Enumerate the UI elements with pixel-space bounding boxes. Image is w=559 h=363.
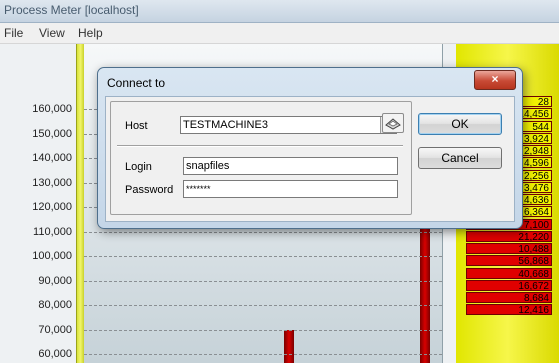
divider [117,145,403,147]
y-tick-label: 70,000 [38,323,72,336]
connect-dialog: Connect to × Host TESTMACHINE3 ▼ Login P… [97,67,523,229]
app-title: Process Meter [localhost] [4,3,139,17]
value-cell: 56,868 [466,255,552,267]
y-tick-label: 80,000 [38,299,72,311]
menubar: File View Help [0,23,559,44]
app-titlebar: Process Meter [localhost] [0,0,559,23]
dialog-title: Connect to [107,76,166,90]
value-cell: 21,220 [466,230,552,243]
grid-line [84,280,442,282]
grid-line [84,231,442,233]
chart-bar [284,329,294,363]
y-tick-label: 100,000 [32,250,72,262]
y-tick-label: 60,000 [38,348,72,360]
dialog-body: Host TESTMACHINE3 ▼ Login Password OK Ca… [105,96,515,222]
password-label: Password [125,184,174,196]
menu-file[interactable]: File [4,26,23,40]
value-cell: 12,416 [466,304,552,316]
cancel-button[interactable]: Cancel [418,147,502,169]
value-cell: 40,668 [466,267,552,280]
grid-line [84,256,442,257]
y-tick-label: 120,000 [32,201,72,213]
login-input[interactable] [183,157,398,175]
host-label: Host [125,120,148,132]
y-tick-label: 110,000 [33,225,72,238]
fields-group: Host TESTMACHINE3 ▼ Login Password [110,101,412,215]
chart-bar [420,226,430,363]
browse-host-button[interactable] [382,113,404,133]
value-cell: 16,672 [466,279,552,292]
login-label: Login [125,161,152,173]
y-tick-label: 90,000 [38,274,72,287]
grid-line [84,354,442,355]
y-tick-label: 140,000 [32,152,72,164]
y-tick-label: 130,000 [32,176,72,189]
grid-line [84,329,442,331]
password-input[interactable] [183,180,398,198]
y-axis: 160,000 150,000 140,000 130,000 120,000 110,0… [0,44,76,363]
grid-line [84,305,442,306]
close-button[interactable]: × [474,70,516,90]
network-icon [385,118,401,130]
value-cell: 10,488 [466,243,552,255]
y-tick-label: 160,000 [32,103,72,115]
menu-view[interactable]: View [39,26,65,40]
menu-help[interactable]: Help [78,26,103,40]
host-select-value: TESTMACHINE3 [183,119,268,131]
y-tick-label: 150,000 [32,127,72,140]
close-icon: × [491,72,499,86]
ok-button[interactable]: OK [418,113,502,135]
value-cell: 8,684 [466,292,552,304]
host-select[interactable]: TESTMACHINE3 ▼ [180,116,397,134]
